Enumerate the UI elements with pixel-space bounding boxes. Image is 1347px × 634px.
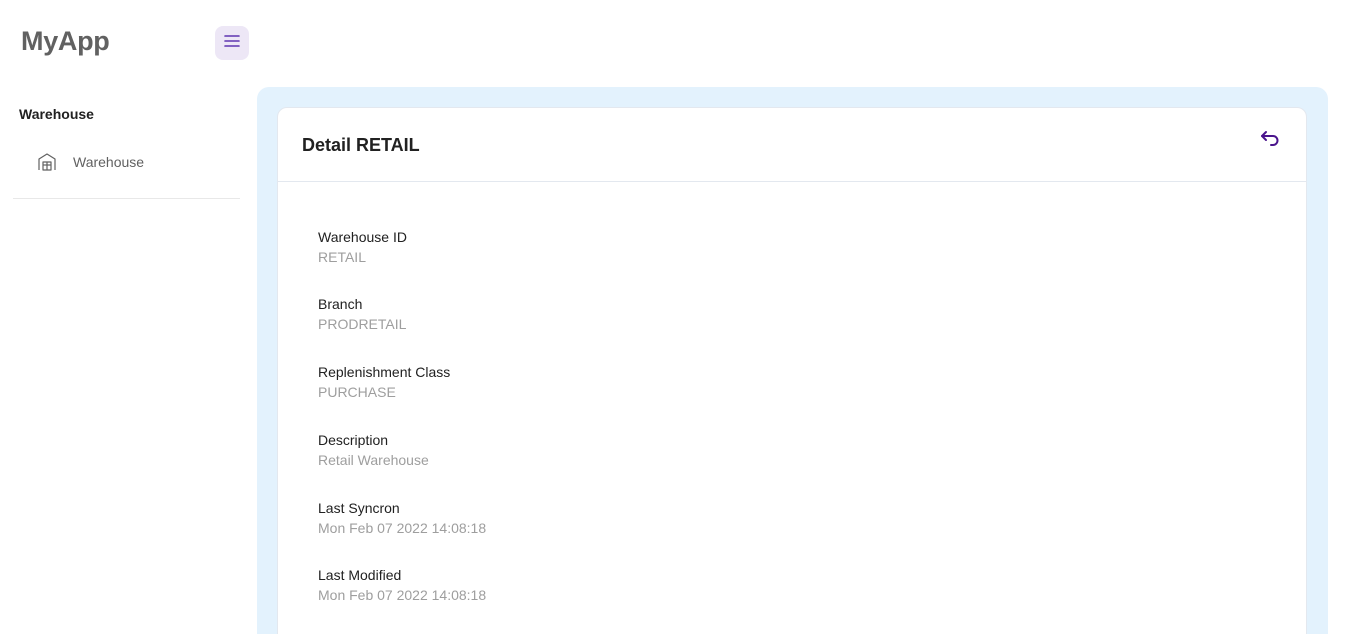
- field-replenishment-class: Replenishment Class PURCHASE: [318, 362, 450, 402]
- field-last-syncron: Last Syncron Mon Feb 07 2022 14:08:18: [318, 498, 486, 538]
- field-label: Warehouse ID: [318, 229, 407, 245]
- field-label: Replenishment Class: [318, 364, 451, 380]
- hamburger-menu-icon: [224, 34, 240, 53]
- sidebar-item-label: Warehouse: [73, 154, 145, 170]
- field-label: Description: [318, 432, 389, 448]
- detail-card: Detail RETAIL Warehouse ID RETAIL Branch…: [277, 107, 1307, 634]
- sidebar-group-heading: Warehouse: [19, 106, 94, 122]
- field-value: Mon Feb 07 2022 14:08:18: [318, 520, 487, 536]
- field-label: Branch: [318, 296, 363, 312]
- field-value: RETAIL: [318, 249, 366, 265]
- field-value: PURCHASE: [318, 384, 396, 400]
- sidebar-divider: [13, 198, 240, 199]
- page-title: Detail RETAIL: [302, 135, 420, 155]
- field-description: Description Retail Warehouse: [318, 430, 429, 470]
- menu-toggle-button[interactable]: [215, 26, 249, 60]
- field-label: Last Syncron: [318, 500, 400, 516]
- field-value: Mon Feb 07 2022 14:08:18: [318, 587, 487, 603]
- field-last-modified: Last Modified Mon Feb 07 2022 14:08:18: [318, 565, 486, 605]
- app-logo: MyApp: [21, 26, 110, 56]
- back-button[interactable]: [1256, 128, 1284, 152]
- card-header: Detail RETAIL: [278, 108, 1306, 182]
- field-value: Retail Warehouse: [318, 452, 429, 468]
- sidebar-item-warehouse[interactable]: Warehouse: [26, 142, 236, 182]
- warehouse-icon: [36, 151, 58, 173]
- field-label: Last Modified: [318, 567, 402, 583]
- undo-arrow-icon: [1260, 129, 1280, 152]
- field-warehouse-id: Warehouse ID RETAIL: [318, 227, 407, 267]
- field-branch: Branch PRODRETAIL: [318, 294, 406, 334]
- field-value: PRODRETAIL: [318, 316, 407, 332]
- app-root: MyApp Warehouse Warehouse Detail RETAIL …: [0, 0, 1347, 634]
